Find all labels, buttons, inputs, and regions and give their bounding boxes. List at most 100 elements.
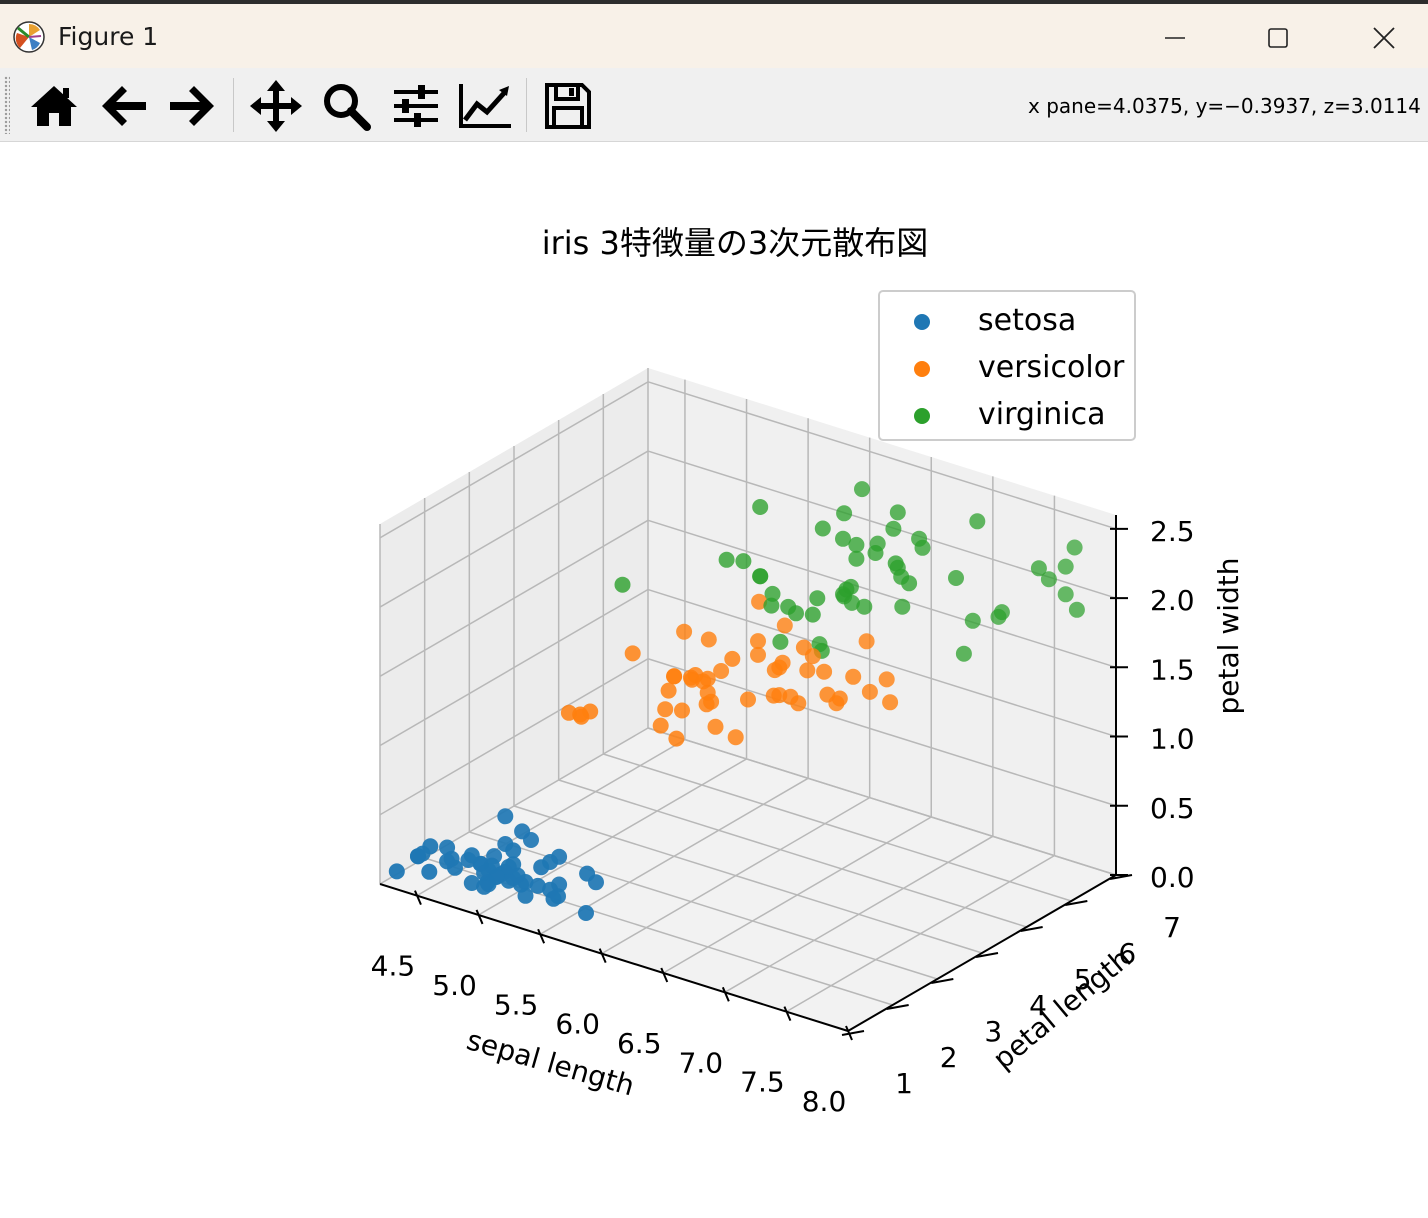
scatter-point-virginica [955, 645, 972, 662]
subplots-config-icon [394, 85, 438, 127]
scatter-point-versicolor [674, 702, 690, 719]
x-tick-label: 4.5 [371, 950, 416, 983]
scatter-point-versicolor [845, 668, 862, 685]
legend-marker-setosa [914, 314, 930, 330]
scatter-point-versicolor [819, 686, 836, 703]
window-title: Figure 1 [58, 22, 159, 51]
home-button[interactable] [24, 76, 84, 136]
edit-axes-icon [459, 84, 511, 128]
cursor-coordinates: x pane=4.0375, y=−0.3937, z=3.0114 [1028, 94, 1421, 118]
y-tick-label: 2 [940, 1041, 958, 1074]
legend-label: setosa [978, 303, 1076, 338]
chart-title: iris 3特徴量の3次元散布図 [542, 224, 929, 262]
forward-button[interactable] [162, 76, 222, 136]
z-tick-label: 1.5 [1150, 653, 1195, 686]
maximize-icon [1268, 28, 1288, 48]
save-icon [545, 83, 591, 129]
toolbar-grip[interactable] [4, 76, 10, 134]
scatter-point-versicolor [816, 663, 833, 680]
scatter-point-virginica [1068, 601, 1085, 618]
pan-icon [250, 80, 302, 132]
x-tick-label: 5.5 [494, 988, 539, 1021]
z-tick-label: 0.0 [1150, 861, 1195, 894]
scatter-point-versicolor [795, 639, 812, 656]
legend-marker-versicolor [914, 361, 930, 377]
scatter-point-virginica [763, 597, 780, 614]
scatter-point-virginica [614, 576, 631, 593]
close-icon [1373, 27, 1395, 49]
scatter-point-versicolor [652, 717, 669, 734]
toolbar-separator [233, 78, 234, 132]
z-tick-label: 2.0 [1150, 584, 1195, 617]
z-axis-label: petal width [1212, 558, 1245, 715]
scatter-point-virginica [735, 553, 752, 570]
maximize-button[interactable] [1238, 10, 1318, 66]
scatter-point-virginica [835, 530, 851, 547]
x-tick-label: 7.5 [740, 1066, 785, 1099]
x-tick-label: 6.5 [617, 1027, 662, 1060]
z-tick-label: 1.0 [1150, 723, 1195, 756]
scatter-point-virginica [809, 590, 826, 607]
scatter-point-versicolor [572, 706, 589, 723]
back-arrow-icon [102, 86, 146, 126]
scatter-point-versicolor [713, 663, 730, 679]
scatter-point-versicolor [707, 718, 724, 735]
scatter-point-setosa [513, 876, 529, 893]
scatter-point-virginica [969, 513, 986, 530]
pan-button[interactable] [246, 76, 306, 136]
scatter-point-virginica [901, 575, 918, 592]
scatter-point-virginica [1057, 558, 1074, 575]
scatter-point-virginica [964, 612, 981, 629]
scatter-point-virginica [867, 545, 884, 561]
scatter-point-virginica [914, 539, 931, 556]
save-button[interactable] [538, 76, 598, 136]
zoom-icon [324, 84, 371, 131]
x-tick-label: 7.0 [679, 1046, 724, 1079]
scatter-point-virginica [848, 550, 865, 567]
scatter-point-versicolor [727, 729, 744, 746]
scatter-point-versicolor [724, 650, 741, 667]
scatter-point-versicolor [666, 668, 683, 685]
chart-legend: setosa versicolor virginica [878, 290, 1136, 441]
y-tick-label: 1 [895, 1067, 913, 1100]
scatter-point-versicolor [700, 631, 717, 648]
scatter-point-versicolor [774, 654, 791, 671]
scatter-point-versicolor [740, 691, 756, 708]
scatter-point-versicolor [790, 695, 807, 712]
scatter-point-virginica [836, 505, 853, 522]
close-button[interactable] [1344, 10, 1424, 66]
matplotlib-logo-icon [13, 21, 45, 53]
scatter-point-versicolor [882, 694, 899, 711]
minimize-button[interactable] [1135, 10, 1215, 66]
zoom-button[interactable] [316, 76, 376, 136]
scatter-point-virginica [1057, 586, 1074, 603]
scatter-point-setosa [447, 859, 463, 876]
scatter-point-versicolor [695, 673, 712, 690]
scatter-point-setosa [479, 874, 496, 891]
scatter-point-virginica [885, 520, 902, 537]
minimize-icon [1165, 37, 1185, 39]
y-tick-label: 7 [1163, 911, 1181, 944]
scatter-point-setosa [497, 808, 514, 825]
scatter-point-versicolor [660, 682, 677, 699]
scatter-point-versicolor [861, 683, 878, 700]
legend-label: virginica [978, 397, 1106, 432]
scatter-point-virginica [887, 555, 904, 572]
configure-subplots-button[interactable] [386, 76, 446, 136]
x-tick-label: 6.0 [555, 1008, 600, 1041]
scatter-point-setosa [505, 842, 522, 859]
scatter-point-virginica [814, 520, 831, 537]
back-button[interactable] [94, 76, 154, 136]
edit-axes-button[interactable] [455, 76, 515, 136]
scatter-point-setosa [463, 847, 480, 864]
scatter-point-virginica [788, 605, 804, 622]
figure-canvas[interactable]: iris 3特徴量の3次元散布図 4.5 5.0 5.5 6.0 6.5 7.0 7.5 8.… [0, 142, 1428, 1218]
home-icon [31, 86, 77, 126]
scatter-point-virginica [1066, 539, 1083, 556]
z-tick-label: 2.5 [1150, 515, 1195, 548]
scatter-point-setosa [439, 839, 456, 856]
scatter-point-setosa [529, 877, 546, 894]
x-tick-label: 5.0 [432, 969, 477, 1002]
navigation-toolbar: x pane=4.0375, y=−0.3937, z=3.0114 [0, 68, 1428, 142]
scatter-point-versicolor [878, 671, 895, 688]
